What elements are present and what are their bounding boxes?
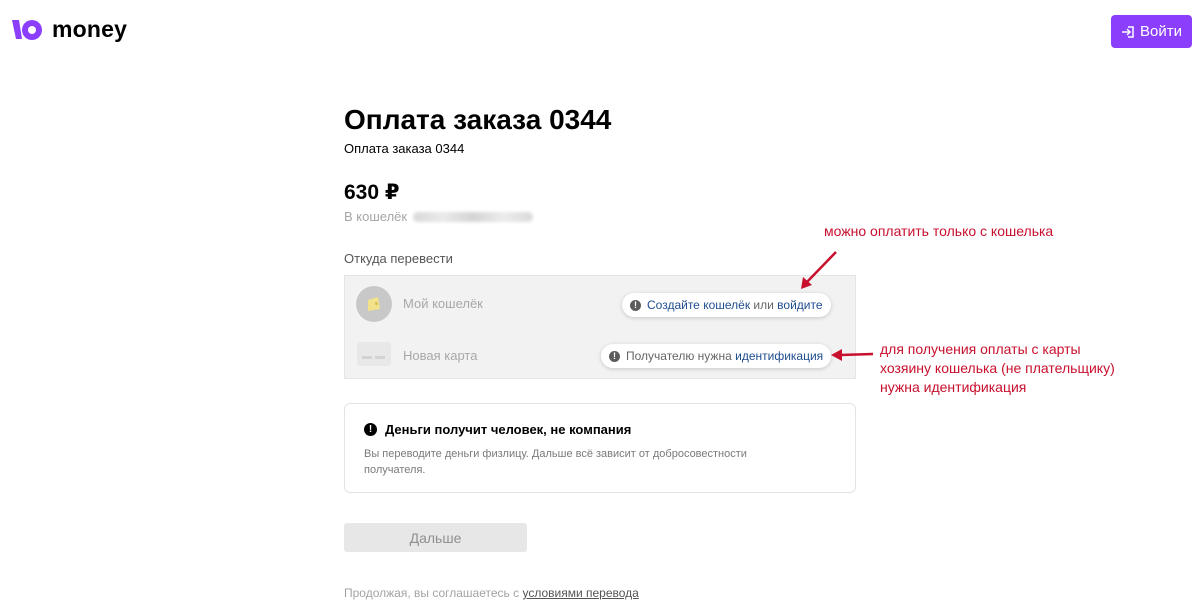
money-logo-icon: [12, 19, 42, 40]
notice-title-text: Деньги получит человек, не компания: [385, 422, 632, 437]
page-subtitle: Оплата заказа 0344: [344, 141, 465, 156]
logo[interactable]: money: [10, 16, 127, 43]
notice-text: Вы переводите деньги физлицу. Дальше всё…: [364, 448, 747, 476]
payment-source-list: Мой кошелёк ! Создайте кошелёк или войди…: [344, 275, 856, 379]
identification-link[interactable]: идентификация: [735, 349, 823, 363]
login-button[interactable]: Войти: [1111, 15, 1192, 48]
info-icon: !: [609, 350, 620, 362]
card-hint: ! Получателю нужна идентификация: [601, 344, 832, 368]
source-option-wallet[interactable]: Мой кошелёк ! Создайте кошелёк или войди…: [345, 278, 855, 328]
page-title: Оплата заказа 0344: [344, 104, 612, 135]
login-label: Войти: [1140, 23, 1182, 40]
source-label: Откуда перевести: [344, 251, 453, 266]
warning-icon: !: [364, 423, 377, 436]
terms-prefix: Продолжая, вы соглашаетесь с: [344, 586, 523, 600]
create-wallet-link[interactable]: Создайте кошелёк: [647, 298, 750, 312]
annotation-line-3: нужна идентификация: [880, 379, 1027, 395]
blurred-wallet-number: [413, 211, 534, 222]
payment-amount: 630 ₽: [344, 181, 400, 204]
source-option-card-label: Новая карта: [403, 348, 478, 363]
annotation-wallet-only: можно оплатить только с кошелька: [824, 223, 1054, 239]
source-option-card[interactable]: Новая карта ! Получателю нужна идентифик…: [345, 330, 855, 380]
notice-title: ! Деньги получит человек, не компания: [364, 422, 631, 437]
wallet-hint: ! Создайте кошелёк или войдите: [622, 293, 831, 317]
recipient-wallet: В кошелёк: [344, 209, 534, 224]
info-icon: !: [630, 299, 641, 311]
next-button[interactable]: Дальше: [344, 523, 527, 552]
card-icon: [357, 342, 391, 366]
recipient-wallet-label: В кошелёк: [344, 209, 408, 224]
annotation-line-2: хозяину кошелька (не плательщику): [880, 360, 1115, 376]
annotation-line-1: для получения оплаты с карты: [880, 341, 1081, 357]
logo-text: money: [52, 16, 128, 42]
recipient-notice: ! Деньги получит человек, не компания Вы…: [344, 403, 856, 493]
wallet-hint-or: или: [750, 298, 778, 312]
card-hint-text: Получателю нужна: [626, 349, 736, 363]
login-icon: [1122, 25, 1134, 38]
terms-link[interactable]: условиями перевода: [522, 586, 638, 600]
wallet-login-link[interactable]: войдите: [777, 298, 822, 312]
source-option-wallet-label: Мой кошелёк: [403, 296, 483, 311]
annotation-identification: для получения оплаты с карты хозяину кош…: [880, 340, 1115, 397]
wallet-icon: [356, 286, 392, 322]
terms-text: Продолжая, вы соглашаетесь с условиями п…: [344, 586, 639, 600]
